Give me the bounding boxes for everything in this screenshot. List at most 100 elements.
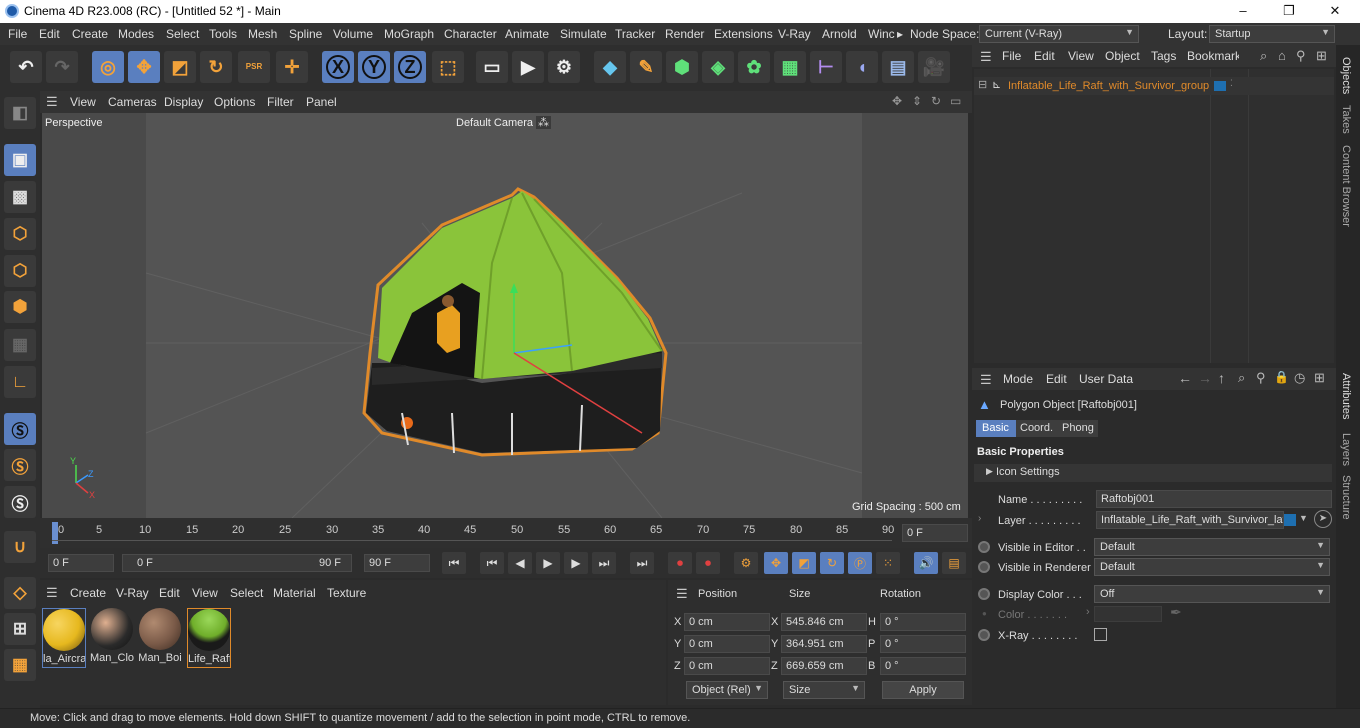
size-y-field[interactable]: 364.951 cm [781,635,867,653]
obj-menu-bookmarks[interactable]: Bookmarks [1187,49,1239,63]
quantize-icon[interactable]: ▦ [4,649,36,681]
side-tab-takes[interactable]: Takes [1340,105,1352,134]
menu-tools[interactable]: Tools [209,27,237,41]
menu-mesh[interactable]: Mesh [248,27,277,41]
pan-icon[interactable]: ✥ [892,94,902,108]
material-swatch[interactable]: Man_Clo [90,608,134,668]
vp-menu-display[interactable]: Display [164,95,203,109]
pick-icon[interactable]: ➤ [1314,510,1332,528]
nodespace-select[interactable]: Current (V-Ray) ▼ [979,25,1139,43]
next-frame-icon[interactable]: ▶ [564,552,588,574]
up-arrow-icon[interactable]: ↑ [1218,370,1225,386]
material-swatch[interactable]: Life_Raft [187,608,231,668]
menu-select[interactable]: Select [166,27,199,41]
magnet-icon[interactable]: ∪ [4,531,36,563]
vp-menu-options[interactable]: Options [214,95,255,109]
key-scale-icon[interactable]: ◩ [792,552,816,574]
search-icon[interactable]: ⌕ [1260,48,1267,64]
mat-menu-material[interactable]: Material [273,586,316,600]
render-settings-icon[interactable]: ⚙ [548,51,580,83]
scale-tool-icon[interactable]: ◩ [164,51,196,83]
layer-dropdown-icon[interactable]: ▼ [1299,513,1308,523]
attr-search-icon[interactable]: ⌕ [1238,370,1245,386]
go-to-start-icon[interactable]: ⏮ [442,552,466,574]
menu-mograph[interactable]: MoGraph [384,27,434,41]
attr-panel-menu-icon[interactable]: ☰ [980,372,992,388]
mat-menu-view[interactable]: View [192,586,218,600]
object-name[interactable]: Inflatable_Life_Raft_with_Survivor_group [1008,80,1209,92]
apply-button[interactable]: Apply [882,681,964,699]
rot-p-field[interactable]: 0 ° [880,635,966,653]
pos-y-field[interactable]: 0 cm [684,635,770,653]
previous-key-icon[interactable]: ⏮ [480,552,504,574]
layer-input[interactable]: Inflatable_Life_Raft_with_Survivor_lay [1096,511,1284,529]
tab-basic[interactable]: Basic [976,420,1016,437]
material-swatch[interactable]: la_Aircra [42,608,86,668]
obj-menu-file[interactable]: File [1002,49,1021,63]
obj-menu-view[interactable]: View [1068,49,1094,63]
size-z-field[interactable]: 669.659 cm [781,657,867,675]
close-button[interactable]: ✕ [1312,0,1358,23]
model-mode-icon[interactable]: ▣ [4,144,36,176]
mat-menu-texture[interactable]: Texture [327,586,366,600]
obj-menu-object[interactable]: Object [1105,49,1140,63]
side-tab-attributes[interactable]: Attributes [1340,373,1352,419]
y-axis-button[interactable]: Y [358,51,390,83]
mograph-icon[interactable]: ▦ [774,51,806,83]
render-to-picture-viewer-icon[interactable]: ▶ [512,51,544,83]
new-window-icon[interactable]: ⊞ [1316,48,1327,64]
vp-menu-panel[interactable]: Panel [306,95,337,109]
snap-3d-icon[interactable]: Ⓢ [4,486,36,518]
next-key-icon[interactable]: ⏭ [592,552,616,574]
panel-menu-icon[interactable]: ☰ [980,49,992,65]
menu-character[interactable]: Character [444,27,497,41]
menu-spline[interactable]: Spline [289,27,322,41]
menu-edit[interactable]: Edit [39,27,60,41]
attr-menu-userdata[interactable]: User Data [1079,372,1133,386]
maximize-button[interactable]: ❐ [1266,0,1312,23]
x-axis-button[interactable]: X [322,51,354,83]
key-parameter-icon[interactable]: Ⓟ [848,552,872,574]
obj-menu-tags[interactable]: Tags [1151,49,1176,63]
workplane-icon[interactable]: ◇ [4,577,36,609]
film-icon[interactable]: ▤ [942,552,966,574]
texture-mode-icon[interactable]: ▩ [4,181,36,213]
tree-row[interactable]: ⊟ ⊾ Inflatable_Life_Raft_with_Survivor_g… [974,77,1334,95]
orbit-icon[interactable]: ↻ [931,94,941,108]
keyframe-dot-icon[interactable] [978,588,990,600]
menu-more-arrow[interactable]: ▸ [897,27,903,41]
menu-volume[interactable]: Volume [333,27,373,41]
start-frame-field[interactable]: 0 F [48,554,114,572]
snap-icon[interactable]: Ⓢ [4,413,36,445]
uv-mode-icon[interactable]: ▦ [4,329,36,361]
name-input[interactable]: Raftobj001 [1096,490,1332,508]
menu-simulate[interactable]: Simulate [560,27,607,41]
menu-create[interactable]: Create [72,27,108,41]
record-icon[interactable]: ⏺ [668,552,692,574]
timeline-ruler[interactable]: 0 5 10 15 20 25 30 35 40 45 50 55 60 65 … [40,518,972,548]
keyframe-dot-icon[interactable] [978,629,990,641]
current-frame-field[interactable]: 0 F [902,524,968,542]
go-to-end-icon[interactable]: ⏭ [630,552,654,574]
extrude-icon[interactable]: ◈ [702,51,734,83]
keyframe-dot-icon[interactable] [978,561,990,573]
field-icon[interactable]: ◖ [846,51,878,83]
tab-phong[interactable]: Phong [1058,420,1098,437]
frame-range-slider[interactable]: 0 F 90 F [122,554,352,572]
size-x-field[interactable]: 545.846 cm [781,613,867,631]
menu-modes[interactable]: Modes [118,27,154,41]
material-menu-icon[interactable]: ☰ [46,585,58,601]
vp-menu-view[interactable]: View [70,95,96,109]
keyframe-selection-icon[interactable]: ⚙ [734,552,758,574]
side-tab-structure[interactable]: Structure [1340,475,1352,520]
rotate-tool-icon[interactable]: ↻ [200,51,232,83]
menu-tracker[interactable]: Tracker [615,27,655,41]
cloner-icon[interactable]: ✿ [738,51,770,83]
previous-frame-icon[interactable]: ◀ [508,552,532,574]
coord-mode-select[interactable]: Object (Rel) ▼ [686,681,768,699]
deformer-icon[interactable]: ⊢ [810,51,842,83]
mat-menu-create[interactable]: Create [70,586,106,600]
camera-icon[interactable]: 🎥 [918,51,950,83]
live-selection-icon[interactable]: ◎ [92,51,124,83]
obj-menu-edit[interactable]: Edit [1034,49,1055,63]
